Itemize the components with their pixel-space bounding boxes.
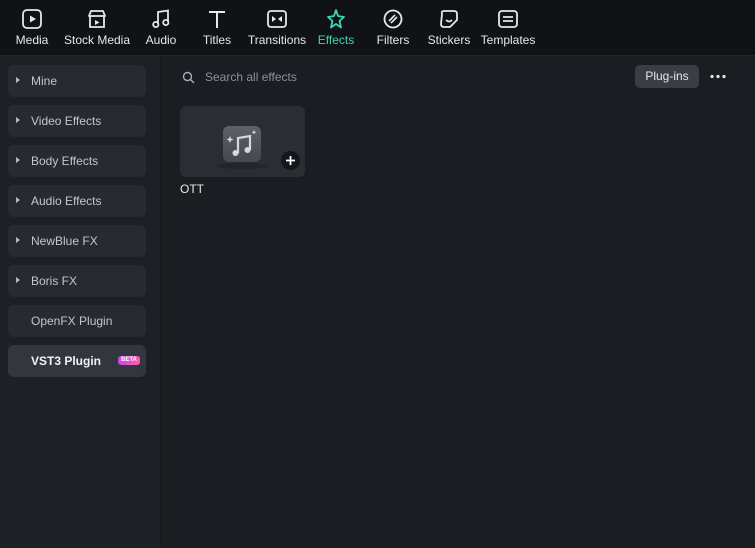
effects-browser: Search all effects Plug-ins OTT [162, 57, 755, 548]
sidebar-item-label: Boris FX [31, 274, 78, 288]
tab-media-label: Media [15, 33, 49, 47]
transitions-icon [267, 10, 287, 28]
expand-arrow-icon [16, 237, 20, 243]
sidebar-item-newblue-fx[interactable]: NewBlue FX [8, 225, 146, 257]
top-toolbar: Media Stock Media Audio Titles Transitio… [0, 0, 755, 56]
stickers-icon [440, 10, 458, 28]
sidebar-item-vst3-plugin[interactable]: VST3 Plugin BETA [8, 345, 146, 377]
tab-templates[interactable]: Templates [481, 0, 535, 56]
filters-icon [383, 9, 403, 29]
search-input[interactable]: Search all effects [180, 67, 480, 89]
search-placeholder: Search all effects [205, 70, 297, 84]
beta-badge: BETA [118, 356, 140, 365]
tab-effects-label: Effects [317, 33, 355, 47]
sidebar-item-label: Mine [31, 74, 58, 88]
tab-stock-media-label: Stock Media [63, 33, 131, 47]
tab-templates-label: Templates [480, 33, 536, 47]
sidebar-item-audio-effects[interactable]: Audio Effects [8, 185, 146, 217]
sidebar-item-label: VST3 Plugin [31, 354, 102, 368]
sidebar-item-mine[interactable]: Mine [8, 65, 146, 97]
tab-audio[interactable]: Audio [144, 0, 178, 56]
effect-card-title: OTT [180, 182, 204, 196]
search-icon [182, 71, 195, 84]
tab-filters[interactable]: Filters [376, 0, 410, 56]
tab-audio-label: Audio [145, 33, 177, 47]
tab-titles[interactable]: Titles [201, 0, 233, 56]
effects-category-sidebar: Mine Video Effects Body Effects Audio Ef… [0, 57, 161, 548]
effect-card-ott[interactable] [180, 106, 305, 177]
tab-transitions[interactable]: Transitions [248, 0, 306, 56]
sidebar-item-label: Video Effects [31, 114, 102, 128]
sidebar-item-label: Body Effects [31, 154, 99, 168]
more-options-button[interactable] [708, 65, 730, 88]
sidebar-item-label: NewBlue FX [31, 234, 98, 248]
media-icon [22, 9, 42, 29]
sidebar-item-video-effects[interactable]: Video Effects [8, 105, 146, 137]
tab-filters-label: Filters [376, 33, 410, 47]
expand-arrow-icon [16, 117, 20, 123]
templates-icon [498, 10, 518, 28]
more-dots-icon [710, 74, 726, 79]
sidebar-item-boris-fx[interactable]: Boris FX [8, 265, 146, 297]
effects-sparkle-icon [327, 9, 345, 29]
sidebar-item-label: Audio Effects [31, 194, 102, 208]
expand-arrow-icon [16, 197, 20, 203]
expand-arrow-icon [16, 277, 20, 283]
tab-media[interactable]: Media [14, 0, 50, 56]
expand-arrow-icon [16, 157, 20, 163]
tab-stickers[interactable]: Stickers [428, 0, 470, 56]
plug-ins-button[interactable]: Plug-ins [635, 65, 699, 88]
tab-stock-media[interactable]: Stock Media [63, 0, 131, 56]
sidebar-item-label: OpenFX Plugin [31, 314, 113, 328]
add-effect-button[interactable] [281, 151, 300, 170]
tab-effects[interactable]: Effects [318, 0, 354, 56]
sidebar-item-body-effects[interactable]: Body Effects [8, 145, 146, 177]
tab-titles-label: Titles [202, 33, 232, 47]
text-t-icon [209, 11, 225, 28]
tab-transitions-label: Transitions [247, 33, 307, 47]
sidebar-item-openfx-plugin[interactable]: OpenFX Plugin [8, 305, 146, 337]
stock-media-icon [88, 10, 106, 28]
music-note-icon [152, 9, 170, 28]
expand-arrow-icon [16, 77, 20, 83]
plus-icon [286, 156, 295, 165]
tab-stickers-label: Stickers [427, 33, 471, 47]
